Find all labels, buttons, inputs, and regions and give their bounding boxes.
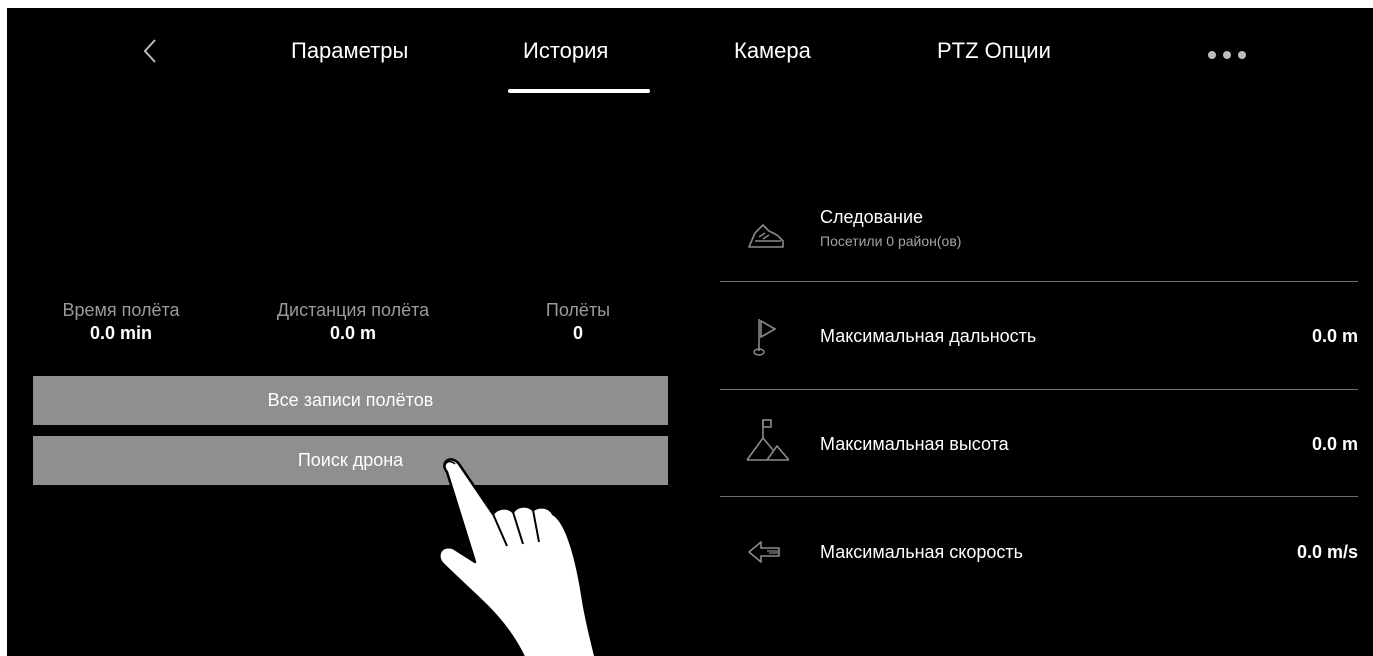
max-height-record: Максимальная высота 0.0 m — [720, 419, 1358, 472]
back-arrow-icon[interactable] — [137, 36, 163, 66]
active-tab-indicator — [508, 89, 650, 93]
divider — [720, 389, 1358, 390]
divider — [720, 281, 1358, 282]
flights-count-stat: Полёты 0 — [478, 299, 678, 345]
pointing-hand-icon — [438, 458, 597, 656]
more-options-icon[interactable] — [1208, 46, 1264, 59]
speed-arrow-icon — [748, 541, 780, 563]
flight-distance-label: Дистанция полёта — [276, 300, 430, 320]
flight-time-stat: Время полёта 0.0 min — [21, 299, 221, 345]
history-screen: Параметры История Камера PTZ Опции Время… — [7, 8, 1373, 656]
max-speed-record: Максимальная скорость 0.0 m/s — [720, 528, 1358, 580]
all-flight-records-button[interactable]: Все записи полётов — [33, 376, 668, 425]
flights-count-value: 0 — [572, 323, 583, 343]
flight-time-label: Время полёта — [62, 300, 180, 320]
follow-subtitle: Посетили 0 район(ов) — [820, 233, 962, 249]
flights-count-label: Полёты — [545, 300, 611, 320]
follow-record: Следование Посетили 0 район(ов) — [720, 203, 1358, 263]
max-range-record: Максимальная дальность 0.0 m — [720, 313, 1358, 365]
tab-parameters[interactable]: Параметры — [291, 38, 408, 64]
max-range-value: 0.0 m — [1311, 326, 1358, 346]
flight-time-value: 0.0 min — [89, 323, 153, 343]
max-height-label: Максимальная высота — [820, 434, 1009, 454]
shoe-icon — [748, 224, 784, 248]
flight-distance-value: 0.0 m — [329, 323, 377, 343]
flag-icon — [753, 319, 777, 356]
divider — [720, 496, 1358, 497]
tab-ptz-options[interactable]: PTZ Опции — [937, 38, 1051, 64]
max-height-value: 0.0 m — [1311, 434, 1358, 454]
mountain-flag-icon — [746, 419, 789, 461]
tab-bar: Параметры История Камера PTZ Опции — [7, 8, 1373, 98]
flight-distance-stat: Дистанция полёта 0.0 m — [253, 299, 453, 345]
max-range-label: Максимальная дальность — [820, 326, 1037, 346]
max-speed-label: Максимальная скорость — [820, 542, 1024, 562]
max-speed-value: 0.0 m/s — [1296, 542, 1358, 562]
follow-title: Следование — [820, 207, 924, 227]
tab-history[interactable]: История — [523, 38, 608, 64]
tab-camera[interactable]: Камера — [734, 38, 811, 64]
